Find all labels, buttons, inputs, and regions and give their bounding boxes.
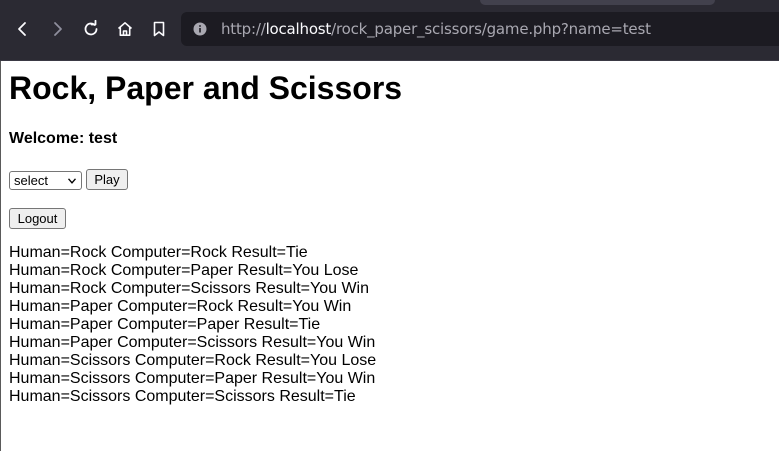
result-line: Human=Scissors Computer=Rock Result=You … [9, 352, 377, 369]
url-scheme: http:// [221, 20, 266, 38]
home-button[interactable] [110, 14, 140, 44]
bookmark-icon [153, 21, 165, 37]
result-line: Human=Paper Computer=Rock Result=You Win [9, 298, 352, 315]
chevron-down-icon [68, 178, 76, 184]
play-button[interactable]: Play [86, 169, 128, 190]
reload-button[interactable] [76, 14, 106, 44]
result-line: Human=Paper Computer=Scissors Result=You… [9, 334, 376, 351]
back-button[interactable] [8, 14, 38, 44]
choice-select-value: select [14, 173, 48, 188]
url-host: localhost [265, 20, 332, 38]
back-arrow-icon [18, 22, 26, 36]
choice-select[interactable]: select [9, 171, 82, 190]
reload-icon [84, 20, 98, 36]
result-line: Human=Paper Computer=Paper Result=Tie [9, 316, 321, 333]
forward-button[interactable] [42, 14, 72, 44]
welcome-heading: Welcome: test [9, 130, 118, 147]
page-title: Rock, Paper and Scissors [9, 70, 403, 106]
results-list: Human=Rock Computer=Rock Result=Tie Huma… [9, 244, 376, 406]
logout-button[interactable]: Logout [9, 208, 66, 229]
url-bar[interactable]: http://localhost/rock_paper_scissors/gam… [181, 12, 779, 46]
bookmark-button[interactable] [144, 14, 174, 44]
url-text[interactable]: http://localhost/rock_paper_scissors/gam… [221, 20, 651, 38]
site-info-icon[interactable] [193, 22, 207, 36]
home-icon [117, 22, 133, 36]
result-line: Human=Rock Computer=Rock Result=Tie [9, 244, 308, 261]
result-line: Human=Scissors Computer=Paper Result=You… [9, 370, 376, 387]
result-line: Human=Rock Computer=Scissors Result=You … [9, 280, 370, 297]
forward-arrow-icon [54, 22, 62, 36]
browser-toolbar: http://localhost/rock_paper_scissors/gam… [0, 0, 779, 61]
result-line: Human=Scissors Computer=Scissors Result=… [9, 388, 356, 405]
result-line: Human=Rock Computer=Paper Result=You Los… [9, 262, 359, 279]
url-path: /rock_paper_scissors/game.php?name=test [331, 20, 651, 38]
tab-strip-edge [480, 0, 715, 5]
page-content: Rock, Paper and Scissors Welcome: test s… [0, 61, 779, 451]
